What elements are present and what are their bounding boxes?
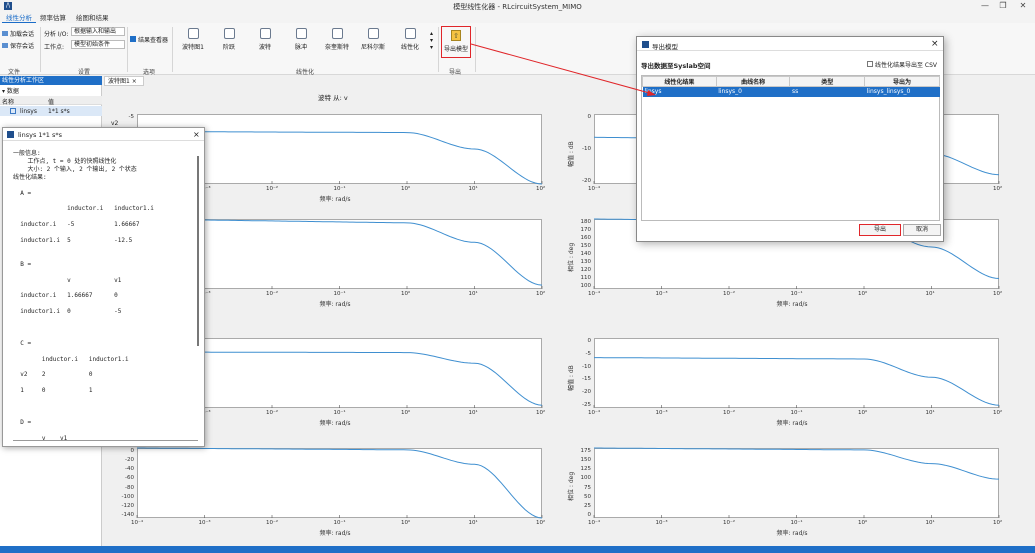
annotation-arrow — [470, 43, 656, 96]
status-bar — [0, 546, 1035, 553]
